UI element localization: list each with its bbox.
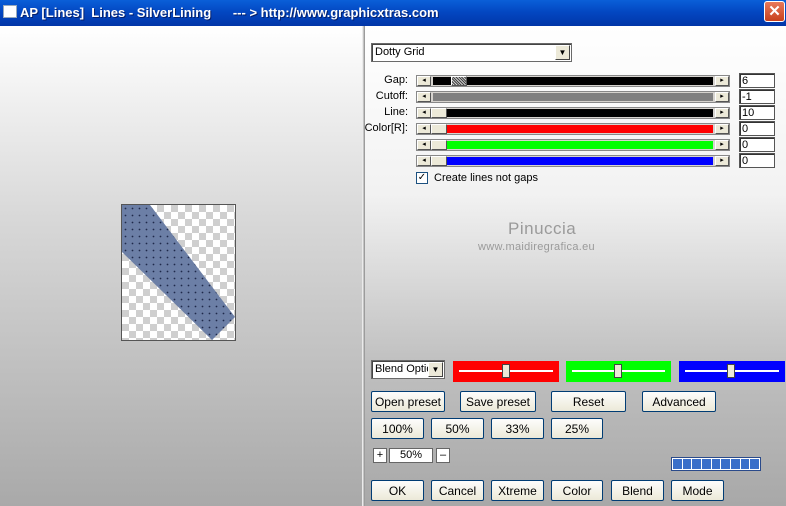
slider-thumb[interactable] bbox=[431, 156, 447, 166]
slider-label-cutoff: Cutoff: bbox=[375, 90, 408, 102]
slider-thumb[interactable] bbox=[431, 140, 447, 150]
window-title: AP [Lines] Lines - SilverLining --- > ht… bbox=[20, 5, 439, 20]
slider-track[interactable] bbox=[433, 109, 713, 117]
slider-value-color-g[interactable]: 0 bbox=[739, 137, 775, 152]
zoom-25-button[interactable]: 25% bbox=[551, 418, 603, 439]
xtreme-button[interactable]: Xtreme bbox=[491, 480, 544, 501]
slider-thumb[interactable] bbox=[431, 108, 447, 118]
mode-button[interactable]: Mode bbox=[671, 480, 724, 501]
slider-label-color-r: Color[R]: bbox=[364, 122, 408, 134]
zoom-level-field[interactable]: 50% bbox=[389, 448, 433, 463]
progress-segment bbox=[731, 459, 740, 469]
close-button[interactable]: ✕ bbox=[764, 1, 785, 22]
zoom-in-button[interactable]: + bbox=[373, 448, 387, 463]
preview-image bbox=[122, 205, 235, 340]
red-blend-knob[interactable] bbox=[502, 364, 510, 378]
arrow-right-icon[interactable]: ▸ bbox=[715, 108, 729, 118]
reset-button[interactable]: Reset bbox=[551, 391, 626, 412]
advanced-button[interactable]: Advanced bbox=[642, 391, 716, 412]
chevron-down-icon[interactable]: ▼ bbox=[428, 362, 443, 377]
open-preset-button[interactable]: Open preset bbox=[371, 391, 445, 412]
progress-segment bbox=[673, 459, 682, 469]
slider-value-gap[interactable]: 6 bbox=[739, 73, 775, 88]
color-button[interactable]: Color bbox=[551, 480, 603, 501]
slider-line[interactable]: ◂ ▸ bbox=[416, 107, 730, 119]
arrow-left-icon[interactable]: ◂ bbox=[417, 92, 431, 102]
arrow-right-icon[interactable]: ▸ bbox=[715, 124, 729, 134]
create-lines-checkbox[interactable]: ✓ bbox=[416, 172, 428, 184]
slider-label-line: Line: bbox=[384, 106, 408, 118]
slider-gap[interactable]: ◂ ▸ bbox=[416, 75, 730, 87]
app-icon[interactable] bbox=[3, 5, 17, 18]
slider-value-cutoff[interactable]: -1 bbox=[739, 89, 775, 104]
arrow-right-icon[interactable]: ▸ bbox=[715, 76, 729, 86]
title-bar: AP [Lines] Lines - SilverLining --- > ht… bbox=[0, 0, 786, 26]
preset-dropdown[interactable]: Dotty Grid ▼ bbox=[371, 43, 572, 62]
zoom-50-button[interactable]: 50% bbox=[431, 418, 484, 439]
slider-color-g[interactable]: ◂ ▸ bbox=[416, 139, 730, 151]
preview-canvas[interactable] bbox=[121, 204, 236, 341]
blue-blend-box[interactable] bbox=[679, 361, 785, 382]
progress-segment bbox=[740, 459, 750, 469]
slider-value-color-r[interactable]: 0 bbox=[739, 121, 775, 136]
save-preset-button[interactable]: Save preset bbox=[460, 391, 536, 412]
arrow-left-icon[interactable]: ◂ bbox=[417, 156, 431, 166]
slider-track[interactable] bbox=[433, 157, 713, 165]
progress-segment bbox=[702, 459, 711, 469]
slider-track[interactable] bbox=[433, 125, 713, 133]
ok-button[interactable]: OK bbox=[371, 480, 424, 501]
progress-segment bbox=[692, 459, 702, 469]
progress-bar bbox=[671, 457, 761, 471]
preset-dropdown-value: Dotty Grid bbox=[375, 46, 425, 58]
preview-pane bbox=[0, 26, 362, 506]
slider-thumb[interactable] bbox=[451, 76, 467, 86]
progress-segment bbox=[721, 459, 731, 469]
blend-options-dropdown[interactable]: Blend Optio ▼ bbox=[371, 360, 445, 379]
progress-segment bbox=[711, 459, 721, 469]
slider-track[interactable] bbox=[433, 93, 713, 101]
arrow-left-icon[interactable]: ◂ bbox=[417, 108, 431, 118]
cancel-button[interactable]: Cancel bbox=[431, 480, 484, 501]
blend-options-value: Blend Optio bbox=[375, 363, 429, 375]
slider-color-b[interactable]: ◂ ▸ bbox=[416, 155, 730, 167]
zoom-out-button[interactable]: – bbox=[436, 448, 450, 463]
slider-thumb[interactable] bbox=[431, 124, 447, 134]
blend-button[interactable]: Blend bbox=[611, 480, 664, 501]
green-blend-knob[interactable] bbox=[614, 364, 622, 378]
arrow-right-icon[interactable]: ▸ bbox=[715, 156, 729, 166]
slider-track[interactable] bbox=[433, 77, 713, 85]
arrow-right-icon[interactable]: ▸ bbox=[715, 140, 729, 150]
create-lines-label: Create lines not gaps bbox=[434, 172, 538, 184]
slider-cutoff[interactable]: ◂ ▸ bbox=[416, 91, 730, 103]
slider-color-r[interactable]: ◂ ▸ bbox=[416, 123, 730, 135]
red-blend-box[interactable] bbox=[453, 361, 559, 382]
zoom-33-button[interactable]: 33% bbox=[491, 418, 544, 439]
slider-value-color-b[interactable]: 0 bbox=[739, 153, 775, 168]
slider-value-line[interactable]: 10 bbox=[739, 105, 775, 120]
chevron-down-icon[interactable]: ▼ bbox=[555, 45, 570, 60]
blue-blend-knob[interactable] bbox=[727, 364, 735, 378]
watermark-url: www.maidiregrafica.eu bbox=[478, 241, 595, 253]
arrow-left-icon[interactable]: ◂ bbox=[417, 76, 431, 86]
green-blend-box[interactable] bbox=[566, 361, 671, 382]
zoom-100-button[interactable]: 100% bbox=[371, 418, 424, 439]
slider-track[interactable] bbox=[433, 141, 713, 149]
watermark-name: Pinuccia bbox=[508, 219, 577, 238]
progress-segment bbox=[750, 459, 760, 469]
arrow-right-icon[interactable]: ▸ bbox=[715, 92, 729, 102]
arrow-left-icon[interactable]: ◂ bbox=[417, 124, 431, 134]
arrow-left-icon[interactable]: ◂ bbox=[417, 140, 431, 150]
slider-label-gap: Gap: bbox=[384, 74, 408, 86]
progress-segment bbox=[682, 459, 692, 469]
